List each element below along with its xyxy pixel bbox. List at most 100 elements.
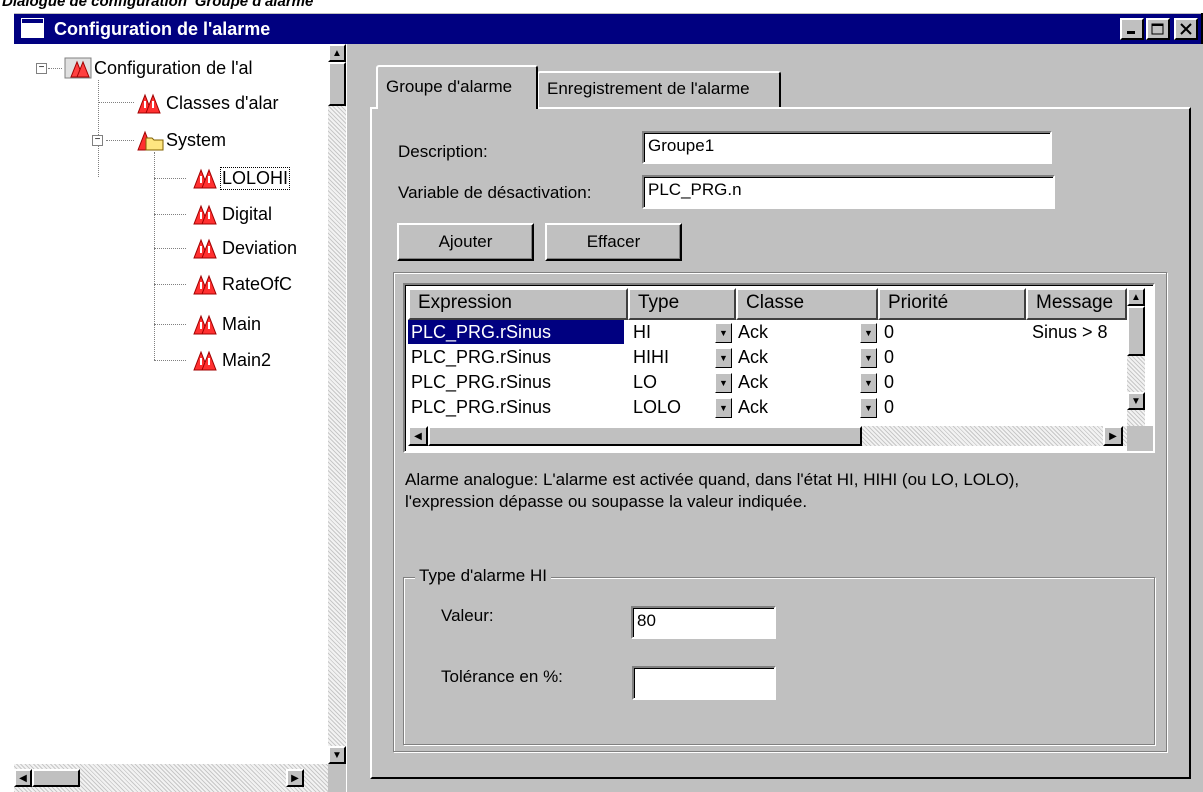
tree-connector — [154, 152, 155, 360]
tree-item-main2[interactable]: Main2 — [192, 346, 272, 374]
tree-item-label: Configuration de l'al — [94, 57, 253, 78]
dropdown-arrow-icon[interactable]: ▼ — [860, 323, 877, 343]
alarm-icon — [137, 93, 161, 114]
scroll-thumb[interactable] — [328, 62, 346, 106]
tab-alarm-group[interactable]: Groupe d'alarme — [376, 65, 538, 109]
tree-item-label: LOLOHI — [219, 166, 291, 190]
table-cell-expression[interactable]: PLC_PRG.rSinus — [411, 321, 551, 343]
close-icon[interactable] — [1174, 18, 1198, 40]
column-header-message[interactable]: Message — [1026, 288, 1127, 320]
table-cell-expression[interactable]: PLC_PRG.rSinus — [411, 371, 551, 393]
scroll-thumb[interactable] — [1127, 306, 1145, 356]
alarm-icon — [193, 350, 217, 371]
table-cell-type[interactable]: HI — [633, 321, 651, 343]
dropdown-arrow-icon[interactable]: ▼ — [860, 348, 877, 368]
tree-item-label: Digital — [222, 203, 273, 224]
tree-item-digital[interactable]: Digital — [192, 200, 273, 228]
table-cell-expression[interactable]: PLC_PRG.rSinus — [411, 346, 551, 368]
tree-item-root[interactable]: Configuration de l'al — [64, 54, 254, 82]
tree-item-label: System — [166, 129, 227, 150]
tree-item-lolohi[interactable]: LOLOHI — [192, 164, 291, 192]
tree-item-rateofc[interactable]: RateOfC — [192, 270, 293, 298]
column-header-priority[interactable]: Priorité — [878, 288, 1026, 320]
scroll-thumb[interactable] — [428, 426, 862, 446]
tree-collapse-icon[interactable]: − — [36, 63, 47, 74]
add-button[interactable]: Ajouter — [397, 223, 534, 261]
column-header-expression[interactable]: Expression — [408, 288, 628, 320]
info-line-2: l'expression dépasse ou soupasse la vale… — [405, 492, 808, 511]
tree-connector — [154, 324, 186, 325]
scroll-right-icon[interactable]: ▶ — [286, 769, 304, 787]
table-cell-class[interactable]: Ack — [738, 396, 768, 418]
alarm-expression-grid[interactable]: Expression Type Classe Priorité Message … — [403, 283, 1155, 453]
tree-connector — [154, 284, 186, 285]
table-cell-type[interactable]: LOLO — [633, 396, 681, 418]
title-bar[interactable]: Configuration de l'alarme — [14, 14, 1201, 44]
table-cell-priority[interactable]: 0 — [884, 396, 894, 418]
tree-connector — [154, 214, 186, 215]
description-field[interactable]: Groupe1 — [642, 131, 1052, 164]
alarm-icon — [193, 238, 217, 259]
scroll-thumb[interactable] — [32, 769, 80, 787]
tree-collapse-icon[interactable]: − — [92, 135, 103, 146]
tree-item-label: Main — [222, 313, 262, 334]
tree-item-alarm-classes[interactable]: Classes d'alar — [136, 89, 279, 117]
dropdown-arrow-icon[interactable]: ▼ — [715, 373, 732, 393]
tree-vertical-scrollbar[interactable]: ▲ ▼ — [328, 44, 346, 764]
tree-connector — [98, 102, 134, 103]
tree-item-system[interactable]: System — [136, 126, 227, 154]
table-cell-message[interactable]: Sinus > 8 — [1032, 321, 1108, 343]
figure-caption: Dialogue de configuration 'Groupe d'alar… — [2, 0, 317, 10]
scroll-up-icon[interactable]: ▲ — [1127, 288, 1145, 306]
dropdown-arrow-icon[interactable]: ▼ — [715, 348, 732, 368]
table-cell-class[interactable]: Ack — [738, 371, 768, 393]
dropdown-arrow-icon[interactable]: ▼ — [860, 398, 877, 418]
table-cell-class[interactable]: Ack — [738, 346, 768, 368]
tree-horizontal-scrollbar[interactable]: ◀ ▶ — [14, 764, 328, 792]
scroll-down-icon[interactable]: ▼ — [1127, 392, 1145, 410]
alarm-icon — [193, 204, 217, 225]
scroll-corner — [1127, 426, 1153, 451]
grid-horizontal-scrollbar[interactable]: ◀ ▶ — [408, 426, 1127, 446]
tree-item-label: Classes d'alar — [166, 92, 279, 113]
table-cell-type[interactable]: HIHI — [633, 346, 669, 368]
scroll-left-icon[interactable]: ◀ — [14, 769, 32, 787]
scroll-up-icon[interactable]: ▲ — [328, 44, 346, 62]
scroll-corner — [328, 764, 346, 792]
alarm-type-group-label: Type d'alarme HI — [415, 566, 551, 586]
tree-item-deviation[interactable]: Deviation — [192, 234, 298, 262]
grid-vertical-scrollbar[interactable]: ▲ ▼ — [1127, 288, 1145, 428]
column-header-type[interactable]: Type — [628, 288, 736, 320]
delete-button[interactable]: Effacer — [545, 223, 682, 261]
window-title: Configuration de l'alarme — [54, 19, 271, 39]
tab-alarm-recording[interactable]: Enregistrement de l'alarme — [537, 71, 781, 107]
folder-alarm-icon — [137, 130, 164, 151]
scroll-left-icon[interactable]: ◀ — [408, 426, 428, 446]
dropdown-arrow-icon[interactable]: ▼ — [860, 373, 877, 393]
table-cell-priority[interactable]: 0 — [884, 321, 894, 343]
dropdown-arrow-icon[interactable]: ▼ — [715, 323, 732, 343]
minimize-icon[interactable] — [1120, 18, 1144, 40]
tolerance-field[interactable] — [632, 666, 776, 700]
dropdown-arrow-icon[interactable]: ▼ — [715, 398, 732, 418]
tolerance-label: Tolérance en %: — [441, 667, 563, 686]
value-field[interactable]: 80 — [631, 606, 776, 639]
table-cell-priority[interactable]: 0 — [884, 346, 894, 368]
deactivation-variable-field[interactable]: PLC_PRG.n — [642, 175, 1055, 209]
scroll-down-icon[interactable]: ▼ — [328, 746, 346, 764]
tree-connector — [154, 248, 186, 249]
alarm-icon — [193, 274, 217, 295]
tree-item-label: Deviation — [222, 237, 298, 258]
tree-connector — [106, 140, 134, 141]
window-icon — [21, 18, 44, 38]
tree-connector — [98, 80, 99, 177]
table-cell-priority[interactable]: 0 — [884, 371, 894, 393]
info-line-1: Alarme analogue: L'alarme est activée qu… — [405, 470, 1020, 489]
table-cell-type[interactable]: LO — [633, 371, 657, 393]
maximize-icon[interactable] — [1146, 18, 1170, 40]
table-cell-expression[interactable]: PLC_PRG.rSinus — [411, 396, 551, 418]
column-header-class[interactable]: Classe — [736, 288, 878, 320]
tree-item-main[interactable]: Main — [192, 310, 262, 338]
table-cell-class[interactable]: Ack — [738, 321, 768, 343]
scroll-right-icon[interactable]: ▶ — [1103, 426, 1123, 446]
